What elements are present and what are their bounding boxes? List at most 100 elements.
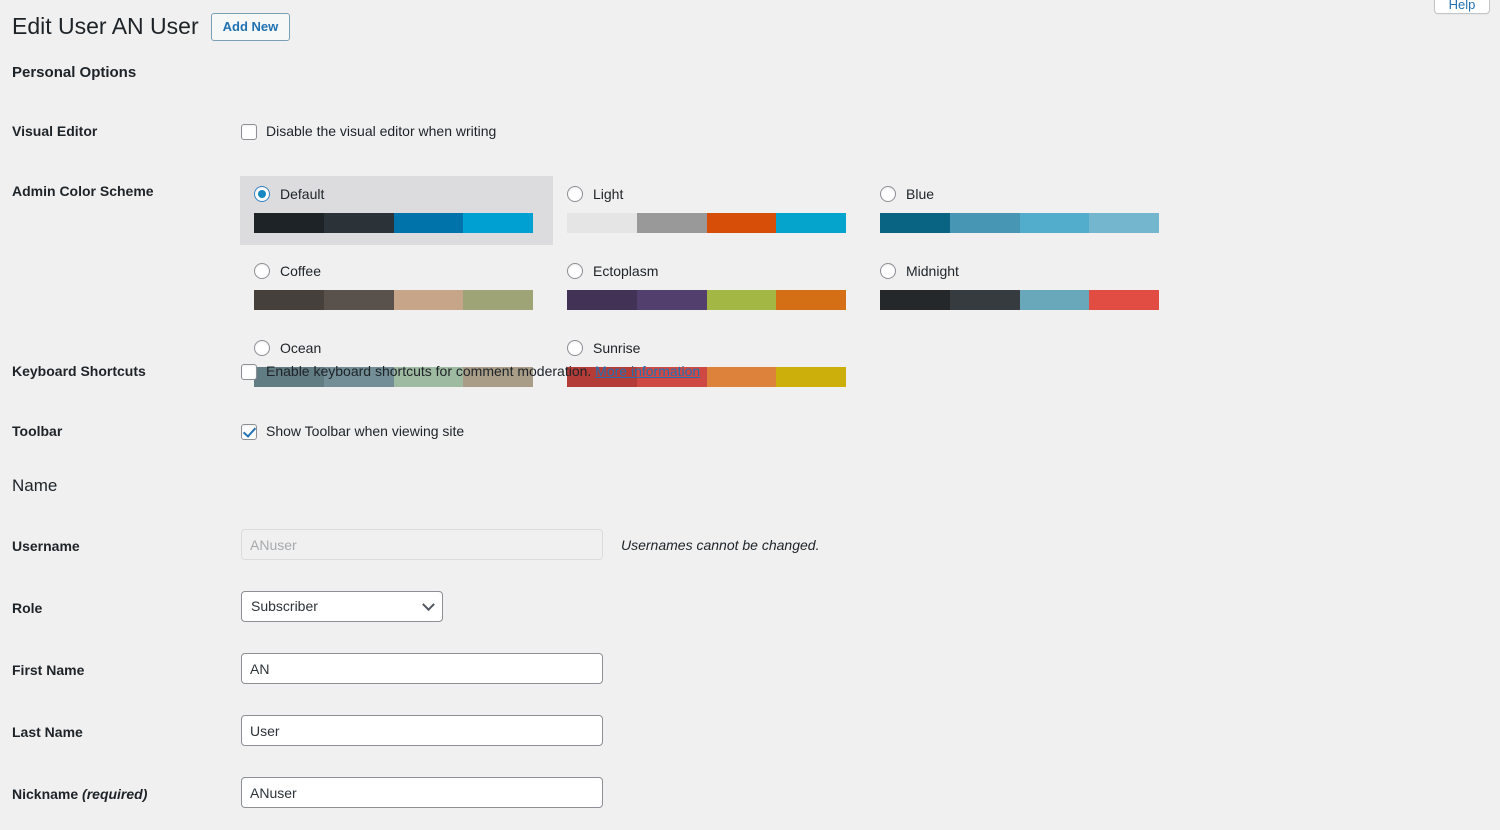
color-scheme-radio-blue[interactable] [880,186,896,202]
color-scheme-palette [254,213,533,233]
color-scheme-option-midnight[interactable]: Midnight [866,253,1179,322]
section-heading-personal-options: Personal Options [12,64,136,81]
color-swatch-2 [394,213,464,233]
color-scheme-label: Ectoplasm [593,263,658,279]
color-swatch-0 [567,213,637,233]
field-first-name [241,653,603,684]
color-swatch-3 [463,213,533,233]
color-scheme-label: Light [593,186,623,202]
color-swatch-2 [1020,290,1090,310]
toolbar-checkbox-row[interactable]: Show Toolbar when viewing site [241,421,464,442]
visual-editor-checkbox-label: Disable the visual editor when writing [266,121,496,142]
field-toolbar: Show Toolbar when viewing site [241,421,464,442]
chevron-down-icon [422,598,435,611]
color-scheme-option-light[interactable]: Light [553,176,866,245]
color-swatch-3 [1089,213,1159,233]
page-header: Edit User AN User Add New [12,12,290,42]
color-swatch-1 [324,213,394,233]
field-last-name [241,715,603,746]
color-scheme-header: Ocean [254,340,539,356]
color-scheme-label: Ocean [280,340,321,356]
color-scheme-label: Coffee [280,263,321,279]
color-scheme-palette [880,213,1159,233]
page-title: Edit User AN User [12,12,199,42]
help-tab-button[interactable]: Help [1434,0,1490,14]
role-select[interactable]: Subscriber [241,591,443,622]
color-scheme-radio-ectoplasm[interactable] [567,263,583,279]
field-nickname [241,777,603,808]
color-scheme-radio-midnight[interactable] [880,263,896,279]
color-scheme-radio-ocean[interactable] [254,340,270,356]
field-role: Subscriber [241,591,443,622]
label-nickname-text: Nickname [12,786,78,802]
color-swatch-3 [776,290,846,310]
color-scheme-palette [567,213,846,233]
role-select-value: Subscriber [251,592,318,621]
color-scheme-header: Midnight [880,263,1165,279]
label-nickname: Nickname (required) [12,785,147,805]
field-keyboard-shortcuts: Enable keyboard shortcuts for comment mo… [241,361,700,382]
more-information-link[interactable]: More information [595,363,700,379]
label-nickname-required: (required) [82,786,147,802]
color-scheme-radio-sunrise[interactable] [567,340,583,356]
color-scheme-radio-light[interactable] [567,186,583,202]
nickname-input[interactable] [241,777,603,808]
color-scheme-option-default[interactable]: Default [240,176,553,245]
label-first-name: First Name [12,661,84,681]
label-toolbar: Toolbar [12,422,62,442]
color-scheme-header: Sunrise [567,340,852,356]
username-hint: Usernames cannot be changed. [621,537,819,553]
color-swatch-1 [324,290,394,310]
toolbar-checkbox-label: Show Toolbar when viewing site [266,421,464,442]
label-last-name: Last Name [12,723,83,743]
first-name-input[interactable] [241,653,603,684]
color-swatch-1 [950,213,1020,233]
color-scheme-option-coffee[interactable]: Coffee [240,253,553,322]
color-scheme-label: Sunrise [593,340,640,356]
color-swatch-2 [707,367,777,387]
last-name-input[interactable] [241,715,603,746]
add-new-button[interactable]: Add New [211,13,291,41]
color-swatch-3 [776,367,846,387]
keyboard-shortcuts-checkbox-row[interactable]: Enable keyboard shortcuts for comment mo… [241,361,700,382]
color-scheme-header: Coffee [254,263,539,279]
color-scheme-option-blue[interactable]: Blue [866,176,1179,245]
color-scheme-palette [254,290,533,310]
color-scheme-radio-default[interactable] [254,186,270,202]
field-username: Usernames cannot be changed. [241,529,819,560]
color-swatch-3 [776,213,846,233]
visual-editor-checkbox-row[interactable]: Disable the visual editor when writing [241,121,496,142]
color-swatch-0 [254,290,324,310]
keyboard-shortcuts-checkbox[interactable] [241,364,257,380]
color-scheme-label: Midnight [906,263,959,279]
keyboard-shortcuts-checkbox-label: Enable keyboard shortcuts for comment mo… [266,363,591,379]
keyboard-shortcuts-text: Enable keyboard shortcuts for comment mo… [266,361,700,382]
section-heading-name: Name [12,476,57,496]
label-keyboard-shortcuts: Keyboard Shortcuts [12,362,146,382]
color-swatch-2 [707,290,777,310]
color-scheme-option-ectoplasm[interactable]: Ectoplasm [553,253,866,322]
color-swatch-3 [1089,290,1159,310]
label-admin-color-scheme: Admin Color Scheme [12,182,154,202]
color-scheme-radio-coffee[interactable] [254,263,270,279]
color-scheme-palette [567,290,846,310]
color-scheme-header: Default [254,186,539,202]
color-swatch-3 [463,290,533,310]
help-tab-container[interactable]: Help [1434,0,1490,14]
color-swatch-2 [1020,213,1090,233]
color-swatch-1 [950,290,1020,310]
color-swatch-1 [637,290,707,310]
color-scheme-label: Default [280,186,324,202]
color-swatch-2 [394,290,464,310]
label-role: Role [12,599,42,619]
color-swatch-0 [254,213,324,233]
label-username: Username [12,537,80,557]
color-scheme-header: Ectoplasm [567,263,852,279]
color-swatch-2 [707,213,777,233]
visual-editor-checkbox[interactable] [241,124,257,140]
toolbar-checkbox[interactable] [241,424,257,440]
color-swatch-0 [880,213,950,233]
username-input [241,529,603,560]
color-scheme-palette [880,290,1159,310]
color-swatch-0 [880,290,950,310]
